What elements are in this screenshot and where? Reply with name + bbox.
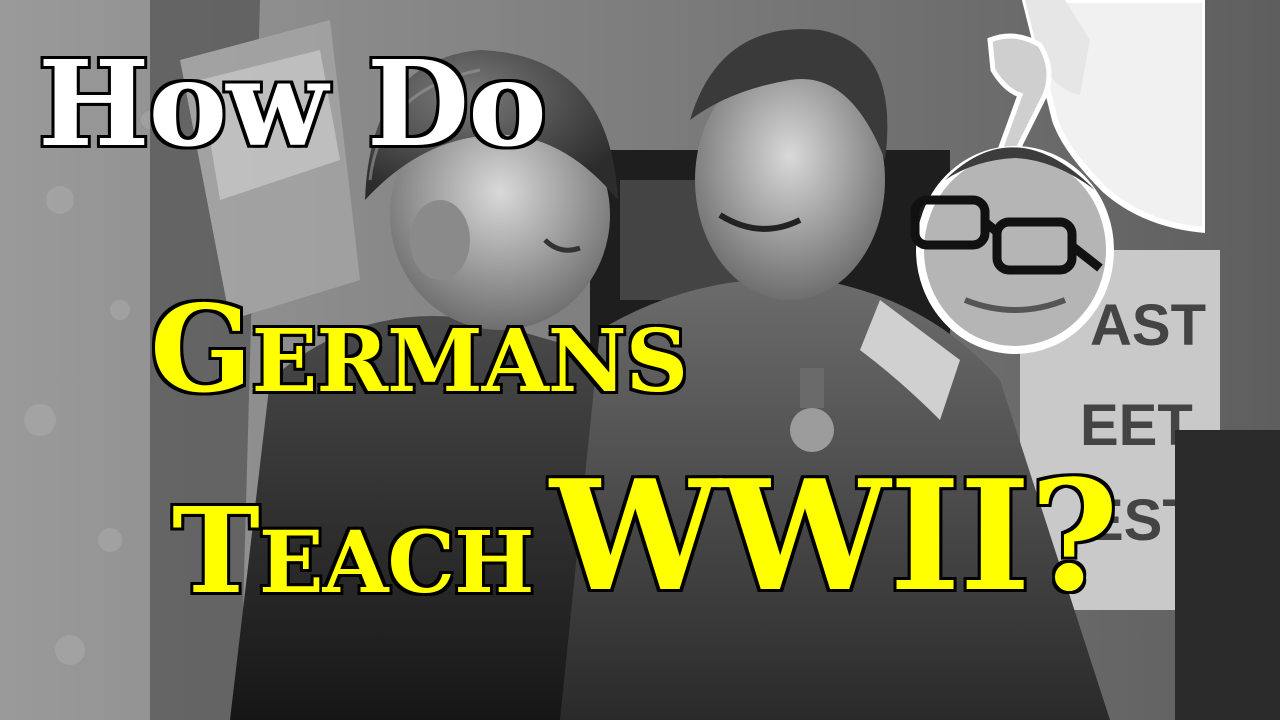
title-line-3-initial: T (170, 481, 263, 620)
title-line-3-rest: EACH (256, 513, 537, 613)
title-line-2-initial: G (147, 279, 255, 420)
title-line-3: TEACH (170, 489, 537, 613)
title-emphasis-wwii: WWII? (548, 446, 1122, 625)
title-line-2: GERMANS (147, 287, 691, 412)
video-thumbnail[interactable]: AST EET EST How Do GERMANS TEACH WWII? (0, 0, 1280, 720)
host-cutout-image (910, 0, 1205, 354)
title-line-2-rest: ERMANS (249, 311, 691, 412)
title-line-1: How Do (36, 34, 550, 173)
